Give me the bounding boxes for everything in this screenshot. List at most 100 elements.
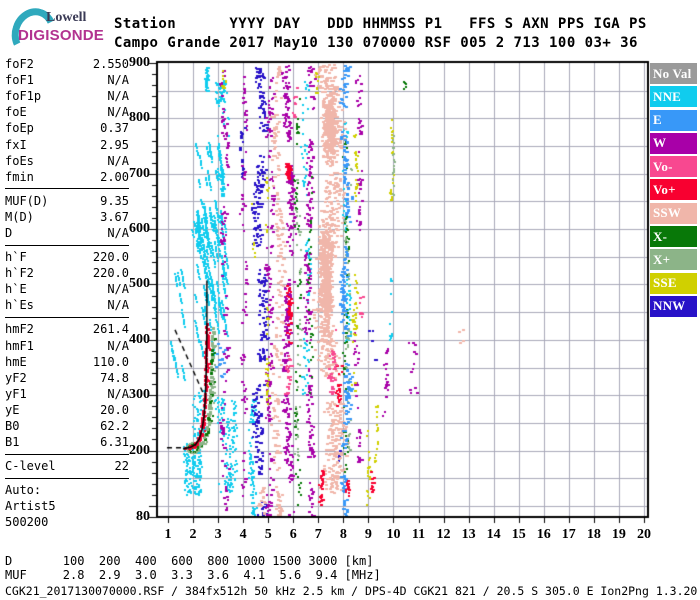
- param-label: foF1: [5, 73, 34, 88]
- legend-item-vo+: Vo+: [650, 179, 697, 201]
- param-value: N/A: [107, 89, 129, 104]
- autoscaling-info-row: Artist5: [5, 498, 129, 514]
- param-label: MUF(D): [5, 193, 49, 208]
- logo-lowell-text: Lowell: [46, 10, 87, 25]
- param-row: h`Es N/A: [5, 297, 129, 313]
- param-value: 20.0: [100, 402, 129, 417]
- autoscaling-info-text: Auto:: [5, 483, 42, 498]
- legend-label: No Val: [653, 65, 692, 81]
- autoscaling-info-text: Artist5: [5, 499, 56, 514]
- legend-label: E: [653, 112, 662, 128]
- param-value: N/A: [107, 298, 129, 313]
- legend-item-x+: X+: [650, 249, 697, 271]
- logo-digisonde-text: DIGISONDE: [18, 27, 104, 44]
- y-tick-label: 900: [129, 55, 150, 70]
- distance-row: D 100 200 400 600 800 1000 1500 3000 [km…: [5, 554, 374, 568]
- x-tick-label: 19: [611, 527, 626, 542]
- ionogram-app-window: Lowell DIGISONDE Station YYYY DAY DDD HH…: [0, 0, 700, 600]
- param-row: yF2 74.8: [5, 370, 129, 386]
- param-label: fxI: [5, 137, 27, 152]
- legend-item-noval: No Val: [650, 63, 697, 84]
- lowell-digisonde-logo: Lowell DIGISONDE: [5, 2, 114, 64]
- x-tick-label: 10: [386, 527, 401, 542]
- panel-divider: [5, 188, 129, 190]
- panel-divider: [5, 316, 129, 318]
- legend-label: Vo+: [653, 181, 676, 197]
- legend-item-w: W: [650, 132, 697, 154]
- param-label: fmin: [5, 169, 34, 184]
- panel-divider: [5, 244, 129, 246]
- param-label: foEp: [5, 121, 34, 136]
- param-value: 62.2: [100, 419, 129, 434]
- param-label: foF2: [5, 57, 34, 72]
- param-value: N/A: [107, 73, 129, 88]
- param-row: foE N/A: [5, 104, 129, 120]
- param-value: 74.8: [100, 370, 129, 385]
- autoscaling-info-text: 500200: [5, 515, 49, 530]
- header-field-names: Station YYYY DAY DDD HHMMSS P1 FFS S AXN…: [114, 16, 647, 32]
- param-row: M(D) 3.67: [5, 209, 129, 225]
- param-label: foE: [5, 105, 27, 120]
- param-label: M(D): [5, 209, 34, 224]
- param-row: D N/A: [5, 225, 129, 241]
- y-tick-label: 600: [129, 221, 150, 237]
- muf-distance-table: D 100 200 400 600 800 1000 1500 3000 [km…: [5, 554, 381, 582]
- legend-label: SSW: [653, 205, 682, 221]
- ionogram-plot-canvas: [130, 45, 660, 535]
- param-value: 22: [114, 459, 129, 474]
- param-row: foEp 0.37: [5, 120, 129, 136]
- autoscaling-info-row: 500200: [5, 514, 129, 530]
- param-row: fmin 2.00: [5, 169, 129, 185]
- param-row: hmE 110.0: [5, 354, 129, 370]
- y-tick-label: 400: [129, 331, 150, 347]
- param-row: B0 62.2: [5, 418, 129, 434]
- param-row: foF1 N/A: [5, 72, 129, 88]
- legend-item-nnw: NNW: [650, 295, 697, 317]
- x-tick-label: 5: [264, 527, 272, 542]
- param-row: foF1p N/A: [5, 88, 129, 104]
- y-tick-label: 800: [129, 110, 150, 126]
- legend-label: NNW: [653, 298, 686, 314]
- legend-item-sse: SSE: [650, 272, 697, 294]
- scaled-parameters-panel: foF2 2.550 foF1 N/A foF1p N/A foE N/A foEp 0.37 fx…: [5, 56, 129, 531]
- y-tick-label: 200: [129, 442, 150, 458]
- autoscaling-info-row: Auto:: [5, 482, 129, 498]
- muf-row: MUF 2.8 2.9 3.0 3.3 3.6 4.1 5.6 9.4 [MHz…: [5, 567, 381, 582]
- param-label: B0: [5, 419, 20, 434]
- x-tick-label: 16: [536, 527, 551, 542]
- x-tick-label: 11: [411, 527, 426, 542]
- x-tick-label: 8: [339, 527, 347, 542]
- x-tick-label: 1: [164, 527, 172, 542]
- x-tick-label: 14: [486, 527, 501, 542]
- param-label: h`E: [5, 282, 27, 297]
- y-tick-label: 500: [129, 276, 150, 292]
- x-tick-label: 7: [314, 527, 322, 542]
- x-tick-label: 20: [636, 527, 651, 542]
- x-tick-label: 2: [189, 527, 197, 542]
- panel-divider: [5, 453, 129, 455]
- x-tick-label: 18: [586, 527, 601, 542]
- legend-label: X-: [653, 228, 668, 244]
- param-row: foEs N/A: [5, 153, 129, 169]
- doppler-direction-legend: No Val NNE E W Vo- Vo+ SSW X- X+ SSE NNW: [650, 63, 698, 319]
- param-row: MUF(D) 9.35: [5, 193, 129, 209]
- legend-label: Vo-: [653, 158, 673, 174]
- x-tick-label: 3: [214, 527, 222, 542]
- param-value: 220.0: [92, 250, 129, 265]
- param-row: yF1 N/A: [5, 386, 129, 402]
- file-info-footer: CGK21_2017130070000.RSF / 384fx512h 50 k…: [5, 584, 698, 598]
- param-label: h`F: [5, 250, 27, 265]
- x-tick-label: 12: [436, 527, 451, 542]
- param-label: D: [5, 225, 13, 240]
- panel-divider: [5, 477, 129, 479]
- param-row: foF2 2.550: [5, 56, 129, 72]
- param-label: hmF2: [5, 322, 34, 337]
- y-tick-label: 300: [129, 387, 150, 403]
- param-label: hmE: [5, 354, 27, 369]
- param-value: 9.35: [100, 193, 129, 208]
- param-row: C-level 22: [5, 458, 129, 474]
- param-label: h`F2: [5, 266, 34, 281]
- param-row: h`E N/A: [5, 281, 129, 297]
- param-label: h`Es: [5, 298, 34, 313]
- legend-item-nne: NNE: [650, 86, 697, 108]
